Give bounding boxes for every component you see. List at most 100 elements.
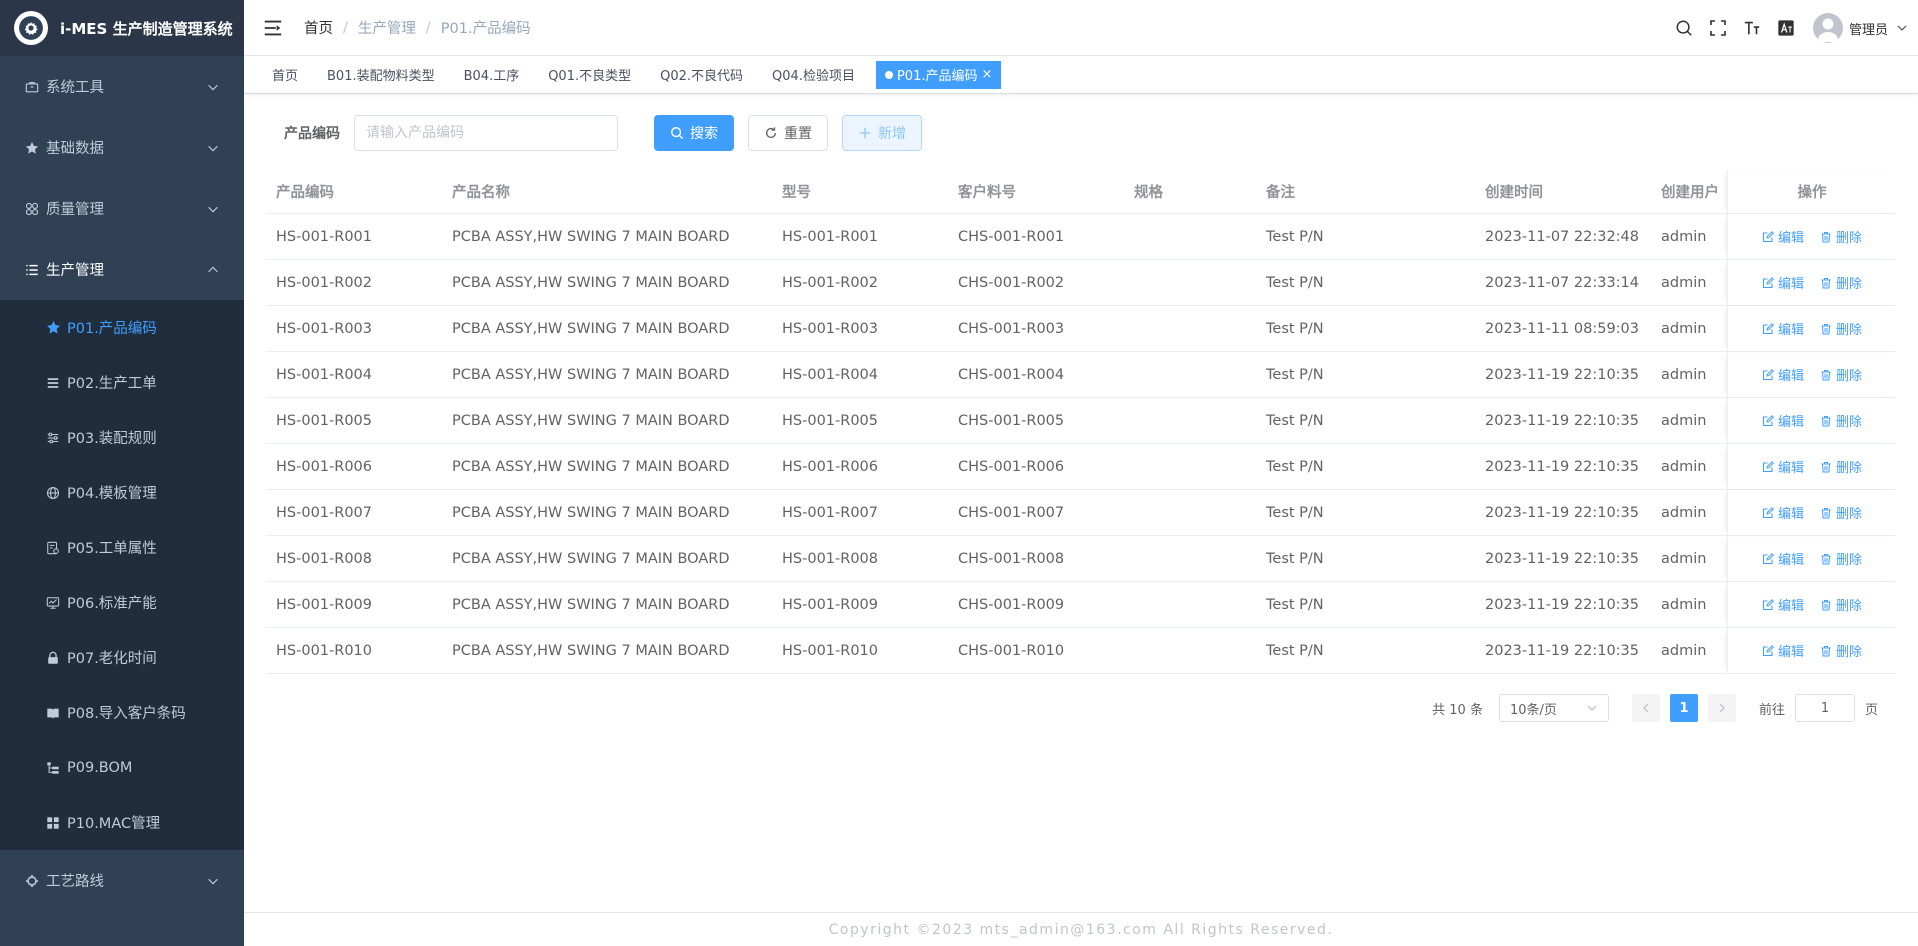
table-cell: admin [1661, 550, 1707, 567]
delete-button[interactable]: 删除 [1820, 273, 1862, 292]
tags-view: 首页 B01.装配物料类型 B04.工序 Q01.不良类型 Q02.不良代码 Q… [244, 56, 1918, 94]
edit-button[interactable]: 编辑 [1762, 411, 1804, 430]
sidebar-item-p05[interactable]: P05.工单属性 [0, 520, 244, 575]
chevron-down-icon [208, 878, 218, 884]
sidebar-item-p03[interactable]: P03.装配规则 [0, 410, 244, 465]
delete-button[interactable]: 删除 [1820, 365, 1862, 384]
edit-button[interactable]: 编辑 [1762, 549, 1804, 568]
search-icon[interactable] [1674, 18, 1694, 38]
edit-button[interactable]: 编辑 [1762, 319, 1804, 338]
table-cell: CHS-001-R010 [958, 642, 1065, 659]
menu-quality[interactable]: 质量管理 [0, 178, 244, 239]
edit-button[interactable]: 编辑 [1762, 595, 1804, 614]
search-button[interactable]: 搜索 [654, 115, 734, 151]
menu-process-route[interactable]: 工艺路线 [0, 850, 244, 911]
user-name[interactable]: 管理员 [1849, 19, 1888, 38]
menu-production[interactable]: 生产管理 [0, 239, 244, 300]
footer: Copyright ©2023 mts_admin@163.com All Ri… [244, 912, 1918, 946]
sidebar-item-p10[interactable]: P10.MAC管理 [0, 795, 244, 850]
table-cell: PCBA ASSY,HW SWING 7 MAIN BOARD [452, 458, 730, 475]
edit-button[interactable]: 编辑 [1762, 503, 1804, 522]
breadcrumb-home[interactable]: 首页 [304, 17, 333, 38]
jump-label: 前往 [1758, 702, 1785, 718]
next-page-button[interactable] [1707, 694, 1736, 722]
sidebar-item-p06[interactable]: P06.标准产能 [0, 575, 244, 630]
search-form: 产品编码 搜索 重置 新增 [284, 114, 922, 152]
sidebar-item-p01[interactable]: P01.产品编码 [0, 300, 244, 355]
delete-button[interactable]: 删除 [1820, 549, 1862, 568]
table-actions: 编辑 删除 [1727, 490, 1896, 535]
delete-button[interactable]: 删除 [1820, 319, 1862, 338]
close-icon[interactable]: × [981, 67, 992, 82]
pagination: 共 10 条 10条/页 1 前往 页 [1432, 694, 1878, 722]
menu-system-tools[interactable]: 系统工具 [0, 56, 244, 117]
chevron-down-icon [1587, 705, 1597, 711]
tab-b01[interactable]: B01.装配物料类型 [319, 61, 443, 89]
table-actions: 编辑 删除 [1727, 214, 1896, 259]
fullscreen-icon[interactable] [1708, 18, 1728, 38]
delete-button[interactable]: 删除 [1820, 595, 1862, 614]
edit-label: 编辑 [1777, 507, 1804, 522]
chevron-down-icon[interactable] [1896, 22, 1908, 34]
dashboard-icon [45, 815, 61, 831]
logo[interactable]: i-MES 生产制造管理系统 [0, 0, 244, 56]
table-cell: Test P/N [1266, 550, 1324, 567]
edit-icon [1762, 644, 1778, 657]
edit-button[interactable]: 编辑 [1762, 227, 1804, 246]
delete-label: 删除 [1836, 323, 1863, 338]
tab-p01[interactable]: P01.产品编码 × [875, 60, 1002, 89]
sidebar-item-p04[interactable]: P04.模板管理 [0, 465, 244, 520]
table-cell: admin [1661, 366, 1707, 383]
reset-button[interactable]: 重置 [748, 115, 828, 151]
edit-button[interactable]: 编辑 [1762, 365, 1804, 384]
hamburger-icon[interactable] [262, 17, 284, 39]
tab-b04[interactable]: B04.工序 [456, 61, 528, 89]
page-size-select[interactable]: 10条/页 [1498, 694, 1609, 722]
prev-page-button[interactable] [1631, 694, 1660, 722]
delete-button[interactable]: 删除 [1820, 457, 1862, 476]
sidebar-item-p08[interactable]: P08.导入客户条码 [0, 685, 244, 740]
table-cell: PCBA ASSY,HW SWING 7 MAIN BOARD [452, 412, 730, 429]
table-actions: 编辑 删除 [1727, 306, 1896, 351]
page-jump-input[interactable] [1794, 694, 1855, 722]
sidebar-item-p09[interactable]: P09.BOM [0, 740, 244, 795]
sidebar-item-label: P10.MAC管理 [67, 816, 161, 832]
table-cell: CHS-001-R002 [958, 274, 1065, 291]
product-code-input[interactable] [354, 115, 618, 151]
language-icon[interactable] [1776, 18, 1796, 38]
table-cell: HS-001-R010 [782, 642, 878, 659]
edit-button[interactable]: 编辑 [1762, 273, 1804, 292]
table-cell: 2023-11-19 22:10:35 [1485, 458, 1639, 475]
delete-button[interactable]: 删除 [1820, 411, 1862, 430]
table-cell: HS-001-R009 [276, 596, 372, 613]
sidebar-item-label: P09.BOM [67, 759, 133, 776]
delete-button[interactable]: 删除 [1820, 503, 1862, 522]
table-cell: 2023-11-19 22:10:35 [1485, 642, 1639, 659]
font-size-icon[interactable] [1742, 18, 1762, 38]
delete-button[interactable]: 删除 [1820, 227, 1862, 246]
add-button[interactable]: 新增 [842, 115, 922, 151]
tab-q01[interactable]: Q01.不良类型 [540, 61, 639, 89]
table-row: HS-001-R001 PCBA ASSY,HW SWING 7 MAIN BOA… [266, 214, 1896, 260]
page-jump: 前往 页 [1759, 694, 1878, 722]
menu-basic-data[interactable]: 基础数据 [0, 117, 244, 178]
sidebar-item-p02[interactable]: P02.生产工单 [0, 355, 244, 410]
page-number[interactable]: 1 [1669, 694, 1698, 722]
edit-label: 编辑 [1777, 415, 1804, 430]
tab-home[interactable]: 首页 [264, 61, 306, 89]
sidebar-item-p07[interactable]: P07.老化时间 [0, 630, 244, 685]
delete-icon [1820, 507, 1836, 519]
delete-label: 删除 [1836, 599, 1863, 614]
navbar-right: 管理员 [1667, 0, 1908, 56]
delete-button[interactable]: 删除 [1820, 641, 1862, 660]
edit-button[interactable]: 编辑 [1762, 457, 1804, 476]
column-header: 产品名称 [452, 185, 510, 201]
sidebar: i-MES 生产制造管理系统 系统工具 基础数据 质量管理 生产管理 P01.产… [0, 0, 244, 946]
table-actions: 编辑 删除 [1727, 398, 1896, 443]
delete-icon [1820, 323, 1836, 335]
avatar[interactable] [1812, 13, 1843, 43]
edit-button[interactable]: 编辑 [1762, 641, 1804, 660]
chevron-down-icon [208, 145, 218, 151]
tab-q02[interactable]: Q02.不良代码 [652, 61, 751, 89]
tab-q04[interactable]: Q04.检验项目 [764, 61, 863, 89]
